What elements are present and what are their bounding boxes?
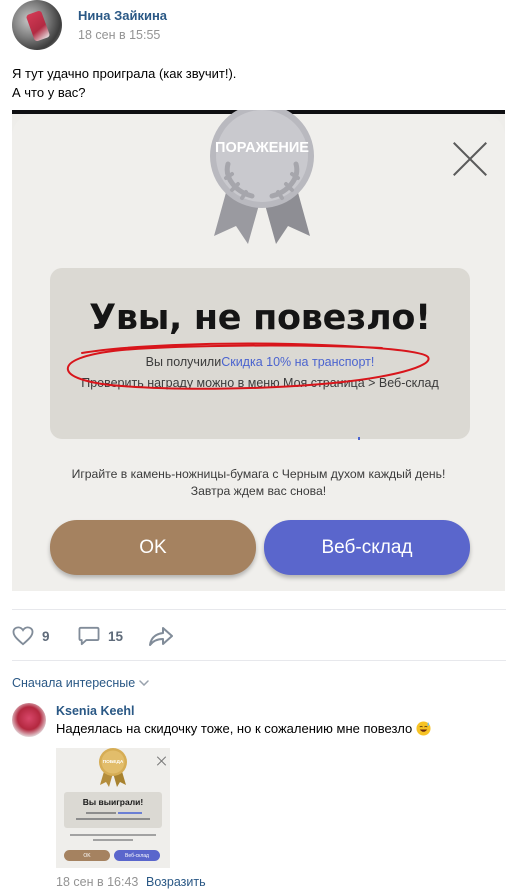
reply-link[interactable]: Возразить	[146, 875, 206, 889]
author-avatar[interactable]	[12, 0, 62, 50]
red-scribble-annotation	[66, 342, 430, 390]
web-stash-button[interactable]: Веб-склад	[264, 520, 470, 575]
reward-prefix: Вы получили	[145, 355, 222, 369]
share-button[interactable]	[148, 622, 174, 650]
check-reward-text: Проверить награду можно в меню Моя стран…	[81, 376, 439, 390]
comment-text: Надеялась на скидочку тоже, но к сожален…	[56, 721, 431, 736]
thumb-modal: ПОБЕДА Вы выиграли! OK Веб-склад	[56, 748, 170, 868]
thumb-text-line	[86, 812, 116, 814]
author-name[interactable]: Нина Зайкина	[78, 8, 167, 23]
chevron-down-icon	[139, 680, 149, 686]
invite-line: Завтра ждем вас снова!	[190, 484, 327, 498]
thumb-result-title: Вы выиграли!	[82, 797, 144, 807]
thumb-invite-line	[70, 834, 156, 836]
thumb-stash-button: Веб-склад	[114, 850, 160, 861]
attached-image[interactable]: ПОРАЖЕНИЕ Увы, не повезло! Вы получилиСк…	[12, 110, 505, 591]
invite-text: Играйте в камень-ножницы-бумага с Черным…	[12, 466, 505, 500]
comment-count: 15	[108, 628, 124, 644]
invite-line: Играйте в камень-ножницы-бумага с Черным…	[71, 467, 446, 481]
comment-icon	[78, 626, 100, 646]
comment-text-content: Надеялась на скидочку тоже, но к сожален…	[56, 721, 413, 736]
thumb-close-icon	[157, 756, 167, 766]
result-title: Увы, не повезло!	[89, 298, 431, 338]
close-icon[interactable]	[450, 138, 490, 178]
commenter-name[interactable]: Ksenia Keehl	[56, 704, 135, 718]
like-count: 9	[42, 628, 50, 644]
thumb-result-card: Вы выиграли!	[64, 792, 162, 828]
post-text-line: Я тут удачно проиграла (как звучит!).	[12, 66, 237, 81]
sort-label: Сначала интересные	[12, 676, 136, 690]
thumb-ok-button: OK	[64, 850, 110, 861]
like-button[interactable]: 9	[12, 622, 50, 650]
comment-button[interactable]: 15	[78, 622, 123, 650]
divider	[12, 660, 506, 661]
thumb-link-line	[118, 812, 142, 814]
heart-icon	[12, 626, 34, 646]
comments-sort-dropdown[interactable]: Сначала интересные	[12, 676, 149, 690]
divider	[12, 609, 506, 610]
comment-image-attachment[interactable]: ПОБЕДА Вы выиграли! OK Веб-склад	[56, 748, 170, 868]
reward-link[interactable]: Скидка 10% на транспорт!	[221, 355, 374, 369]
commenter-avatar[interactable]	[12, 703, 46, 737]
post-actions: 9 15	[12, 622, 492, 650]
post-header: Нина Зайкина 18 сен в 15:55	[12, 0, 492, 58]
post-text-line: А что у вас?	[12, 85, 86, 100]
post-text: Я тут удачно проиграла (как звучит!). А …	[12, 64, 492, 102]
share-icon	[149, 627, 173, 646]
victory-medal-icon: ПОБЕДА	[99, 748, 127, 787]
comment-date[interactable]: 18 сен в 16:43	[56, 875, 138, 889]
reward-line: Вы получилиСкидка 10% на транспорт!	[50, 355, 470, 369]
medal-label: ПОРАЖЕНИЕ	[215, 140, 309, 156]
result-card: Увы, не повезло! Вы получилиСкидка 10% н…	[50, 268, 470, 440]
ok-button[interactable]: OK	[50, 520, 256, 575]
thumb-text-line	[76, 818, 150, 820]
thumb-medal-label: ПОБЕДА	[103, 759, 124, 765]
game-result-modal: ПОРАЖЕНИЕ Увы, не повезло! Вы получилиСк…	[12, 110, 505, 591]
post-date[interactable]: 18 сен в 15:55	[78, 28, 160, 42]
tiny-dot	[358, 437, 360, 440]
sweat-smile-emoji-icon	[416, 721, 431, 736]
thumb-invite-line	[93, 839, 133, 841]
defeat-medal-icon: ПОРАЖЕНИЕ	[210, 110, 314, 244]
